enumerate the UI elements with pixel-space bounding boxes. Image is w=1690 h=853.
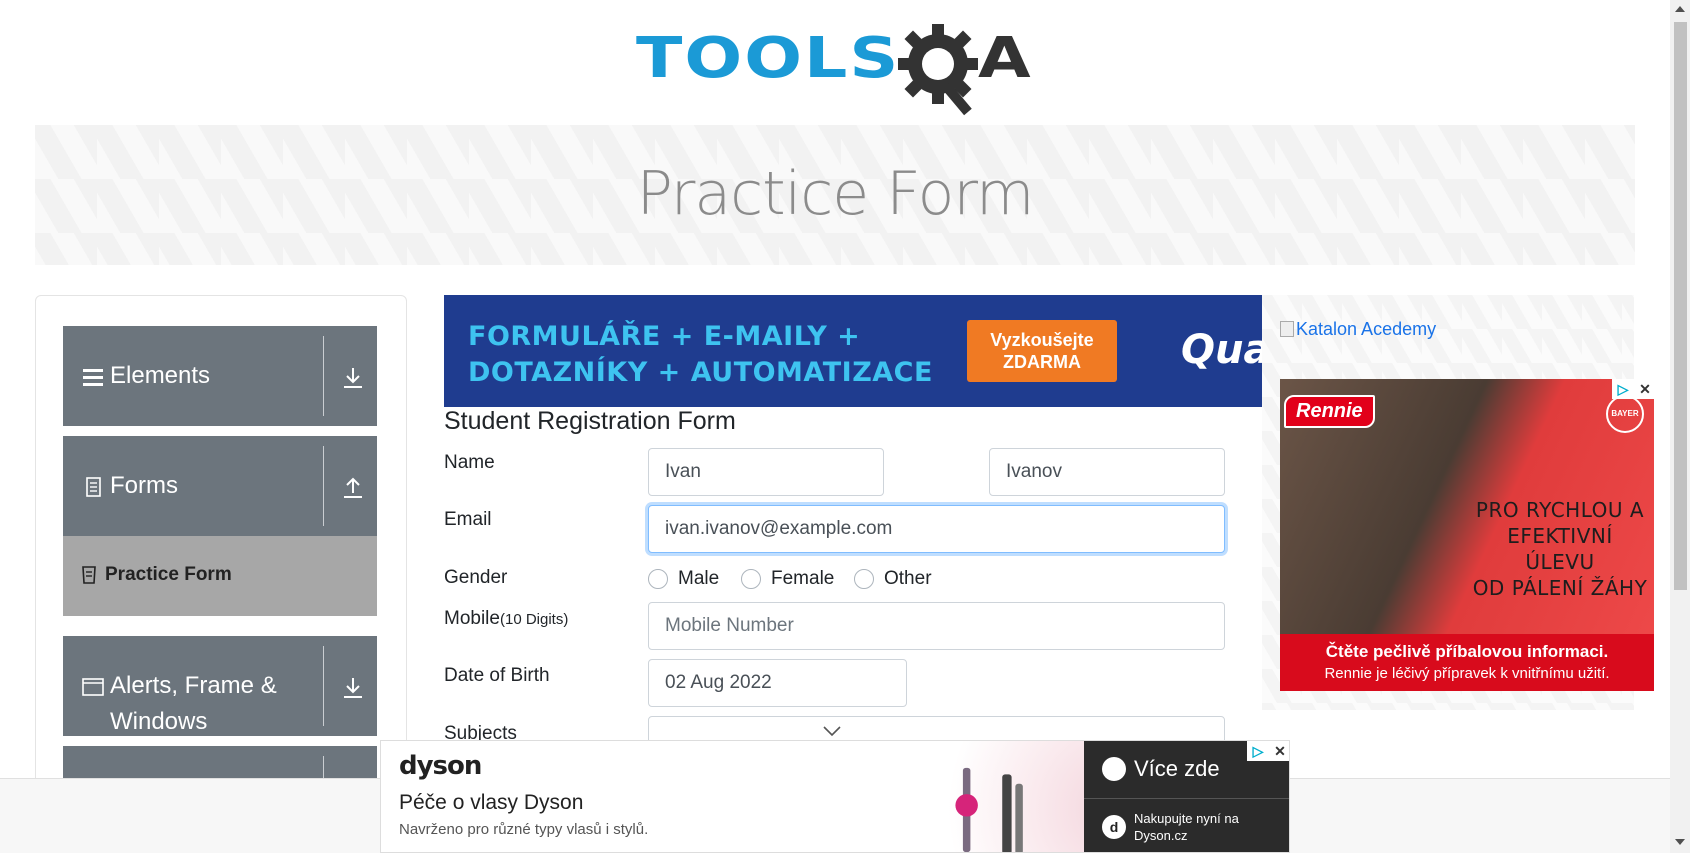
katalon-alt-text: Katalon Acedemy: [1296, 319, 1437, 339]
chevron-down-icon[interactable]: [822, 725, 842, 737]
page-title: Practice Form: [636, 159, 1035, 229]
ad-cta-line2: ZDARMA: [1003, 352, 1081, 372]
radio-circle[interactable]: [854, 569, 874, 589]
arrow-right-icon: [1102, 757, 1126, 781]
ad-headline-line1: FORMULÁŘE + E-MAILY +: [468, 321, 861, 352]
mobile-label-text: Mobile: [444, 608, 500, 629]
last-name-input[interactable]: Ivanov: [989, 448, 1225, 496]
scrollbar-thumb[interactable]: [1674, 22, 1687, 590]
mobile-hint: (10 Digits): [499, 611, 569, 628]
page-scrollbar[interactable]: [1670, 0, 1690, 853]
rennie-ad[interactable]: Rennie BAYER PRO RYCHLOU A EFEKTIVNÍ ÚLE…: [1280, 379, 1654, 691]
ad-cta-button[interactable]: Vyzkoušejte ZDARMA: [967, 320, 1117, 382]
rennie-footer-line2: Rennie je léčivý přípravek k vnitřnímu u…: [1324, 665, 1610, 682]
rennie-footer: Čtěte pečlivě příbalovou informaci. Renn…: [1280, 634, 1654, 691]
rennie-copy-line2: EFEKTIVNÍ ÚLEVU: [1507, 524, 1613, 574]
window-icon: [82, 678, 104, 696]
download-icon[interactable]: [342, 366, 364, 390]
logo-text: TOOLS: [636, 26, 901, 91]
dyson-headline: Péče o vlasy Dyson: [399, 791, 584, 814]
form-icon: [82, 566, 96, 584]
scroll-down-icon[interactable]: [1675, 839, 1685, 845]
rennie-copy-line1: PRO RYCHLOU A: [1475, 498, 1645, 522]
radio-label: Male: [678, 568, 720, 589]
email-label: Email: [444, 509, 492, 530]
sidebar: Elements Forms Practice Form Alerts, Fra…: [35, 295, 407, 815]
ad-brand: Qua: [1181, 327, 1262, 373]
ad-headline: FORMULÁŘE + E-MAILY + DOTAZNÍKY + AUTOMA…: [468, 319, 933, 391]
sidebar-group-label-line2: Windows: [110, 708, 208, 735]
scroll-up-icon[interactable]: [1675, 6, 1685, 12]
dyson-d-icon: d: [1102, 815, 1126, 839]
toolsqa-logo[interactable]: TOOLS A: [636, 18, 1038, 116]
separator: [323, 646, 324, 726]
download-icon[interactable]: [342, 676, 364, 700]
page-banner: Practice Form: [35, 125, 1635, 265]
ad-close-icon[interactable]: ✕: [1634, 379, 1656, 399]
gender-label: Gender: [444, 567, 508, 588]
page-root: { "header": { "logo_text": "TOOLS", "log…: [0, 0, 1690, 853]
sidebar-group-label: Forms: [110, 472, 178, 499]
gear-magnifier-icon: [898, 24, 978, 116]
separator: [323, 446, 324, 526]
ad-cta-line1: Vyzkoušejte: [990, 330, 1094, 350]
sidebar-group-forms[interactable]: Forms: [63, 436, 377, 536]
adchoices-icon[interactable]: ▷: [1612, 379, 1634, 399]
upload-icon[interactable]: [342, 476, 364, 500]
ad-close-icon[interactable]: ✕: [1269, 741, 1289, 761]
sidebar-item-practice-form[interactable]: Practice Form: [63, 536, 377, 616]
radio-label: Female: [771, 568, 835, 589]
radio-circle[interactable]: [648, 569, 668, 589]
sidebar-group-elements[interactable]: Elements: [63, 326, 377, 426]
date-of-birth-input[interactable]: 02 Aug 2022: [648, 659, 907, 707]
rennie-copy-line3: OD PÁLENÍ ŽÁHY: [1472, 576, 1648, 600]
hair-dryer-icon: [955, 767, 1023, 852]
first-name-input[interactable]: Ivan: [648, 448, 884, 496]
mobile-input[interactable]: Mobile Number: [648, 602, 1225, 650]
form-title: Student Registration Form: [444, 407, 736, 435]
dyson-cta-label: Více zde: [1134, 756, 1220, 781]
sidebar-group-alerts[interactable]: Alerts, Frame & Windows: [63, 636, 377, 736]
sidebar-group-label: Elements: [110, 362, 211, 389]
dyson-subline: Navrženo pro různé typy vlasů i stylů.: [399, 821, 649, 838]
rennie-logo: Rennie: [1284, 395, 1375, 428]
email-input[interactable]: ivan.ivanov@example.com: [648, 505, 1225, 553]
dyson-ad[interactable]: dyson Péče o vlasy Dyson Navrženo pro rů…: [380, 740, 1290, 853]
ad-sidebar-right: Katalon Acedemy Rennie BAYER PRO RYCHLOU…: [1262, 295, 1656, 710]
logo-suffix: A: [978, 26, 1031, 91]
radio-label: Other: [884, 568, 932, 589]
dyson-logo: dyson: [399, 751, 482, 781]
bayer-logo: BAYER: [1606, 395, 1644, 433]
document-icon: [86, 477, 101, 497]
broken-image-icon: [1280, 321, 1294, 337]
ad-banner-top[interactable]: FORMULÁŘE + E-MAILY + DOTAZNÍKY + AUTOMA…: [444, 295, 1262, 407]
radio-circle[interactable]: [741, 569, 761, 589]
adchoices-icon[interactable]: ▷: [1247, 741, 1269, 761]
sidebar-item-label: Practice Form: [105, 564, 232, 585]
mobile-label: Mobile(10 Digits): [444, 608, 568, 630]
sidebar-group-label: Alerts, Frame &: [110, 672, 277, 699]
name-label: Name: [444, 452, 495, 473]
rennie-footer-line1: Čtěte pečlivě příbalovou informaci.: [1325, 642, 1609, 661]
katalon-link[interactable]: Katalon Acedemy: [1280, 319, 1436, 340]
ad-headline-line2: DOTAZNÍKY + AUTOMATIZACE: [468, 357, 933, 388]
dyson-shop-link[interactable]: Nakupujte nyní na Dyson.cz: [1134, 810, 1284, 844]
separator: [323, 336, 324, 416]
hamburger-icon: [83, 369, 103, 386]
rennie-copy: PRO RYCHLOU A EFEKTIVNÍ ÚLEVU OD PÁLENÍ …: [1470, 497, 1650, 601]
dob-label: Date of Birth: [444, 665, 550, 686]
